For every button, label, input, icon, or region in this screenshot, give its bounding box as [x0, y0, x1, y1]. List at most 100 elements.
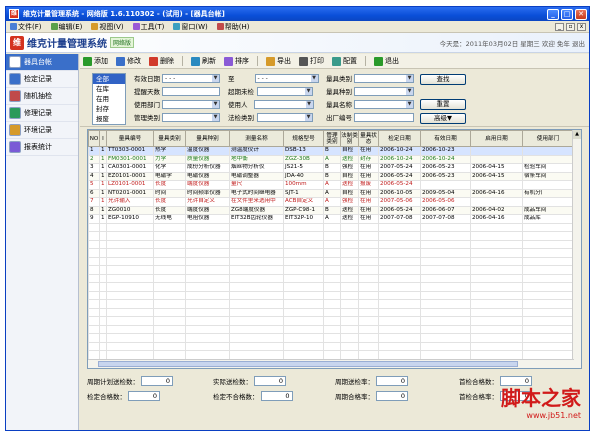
empty-cell [153, 290, 186, 300]
empty-cell [283, 299, 324, 309]
remind-days-input[interactable] [162, 86, 220, 96]
scrollbar-thumb[interactable] [98, 361, 518, 367]
table-row[interactable]: 1 1 TT0303-0001 热学 温度仪器 测温度仪计 DSB-13 B 自检 在用 2006-… [88, 146, 574, 156]
toolbar-button-3[interactable]: 刷新 [191, 56, 216, 66]
table-cell [470, 146, 523, 156]
category-select[interactable]: ▼ [354, 73, 414, 83]
mdi-close-button[interactable]: x [577, 22, 586, 31]
table-row[interactable]: 9 1 EGP-10910 无线电 电阻仪器 EIT32B齿轮仪器 EIT32P-10 A 送检… [88, 214, 574, 224]
valid-date-filter: 有效日期 - - - ▼ [134, 73, 220, 83]
status-option[interactable]: 全部 [93, 74, 125, 84]
reset-button[interactable]: 重置 [420, 99, 466, 110]
table-cell: 1 [99, 197, 107, 207]
empty-cell [358, 273, 379, 283]
valid-date-from-select[interactable]: - - - ▼ [162, 73, 220, 83]
table-row[interactable]: 4 1 EZ0101-0001 电磁学 电磁仪器 电磁调整器 JDA-40 B 自检 在用 2006… [88, 171, 574, 181]
menu-item-2[interactable]: 视图(V) [91, 22, 124, 32]
search-button[interactable]: 查找 [420, 74, 466, 85]
toolbar-button-5[interactable]: 导出 [266, 56, 291, 66]
maximize-button[interactable]: □ [561, 8, 573, 20]
sidebar-item-3[interactable]: 修理记录 [6, 105, 78, 122]
menu-item-4[interactable]: 窗口(W) [173, 22, 208, 32]
empty-cell [323, 273, 341, 283]
vertical-scrollbar[interactable]: ▲ [572, 130, 581, 368]
toolbar-button-label: 打印 [310, 57, 324, 65]
empty-cell [470, 307, 523, 317]
empty-cell [185, 324, 230, 334]
column-header[interactable]: 量具种别 [185, 130, 230, 147]
advanced-button[interactable]: 高级▼ [420, 113, 466, 124]
column-header[interactable]: NO [88, 130, 100, 147]
empty-cell [106, 307, 154, 317]
user-select[interactable]: ▼ [253, 99, 314, 109]
column-header[interactable]: 规格型号 [283, 130, 324, 147]
status-option[interactable]: 报废 [93, 114, 125, 124]
column-header[interactable]: 量具类别 [153, 130, 186, 147]
table-row[interactable]: 7 1 允许输入 长度 允许自定义 在文件里来选用中 ACB自定义 A 强检 在用 2007-05-… [88, 197, 574, 207]
mgmt-select[interactable]: ▼ [162, 112, 220, 122]
column-header[interactable]: 检定日期 [378, 130, 421, 147]
column-header[interactable]: I [99, 130, 107, 147]
valid-date-to-select[interactable]: - - - ▼ [254, 73, 319, 83]
table-cell: 地中衡 [229, 154, 284, 164]
column-header[interactable]: 量具状态 [358, 130, 379, 147]
sidebar-item-0[interactable]: 器具台帐 [6, 54, 78, 71]
column-header[interactable]: 有效日期 [420, 130, 471, 147]
overdue-select[interactable]: ▼ [257, 86, 313, 96]
column-header[interactable]: 启用日期 [470, 130, 523, 147]
horizontal-scrollbar[interactable] [88, 359, 574, 368]
empty-cell [229, 333, 284, 343]
table-cell: 时间频率仪器 [185, 188, 230, 198]
method-select[interactable]: ▼ [257, 112, 313, 122]
empty-cell [283, 333, 324, 343]
toolbar-button-0[interactable]: 添加 [83, 56, 108, 66]
stat-field-6: 周期合格率： 0 [335, 391, 408, 401]
toolbar-button-7[interactable]: 配置 [332, 56, 357, 66]
empty-cell [106, 350, 154, 360]
sidebar-item-1[interactable]: 检定记录 [6, 71, 78, 88]
table-row[interactable]: 5 1 LZ0101-0001 长度 端度仪器 量尺 100mm A 送检 报废 2006-05-2… [88, 180, 574, 190]
empty-cell [340, 290, 359, 300]
minimize-button[interactable]: _ [547, 8, 559, 20]
table-cell: B [323, 171, 341, 181]
toolbar-button-6[interactable]: 打印 [299, 56, 324, 66]
mdi-restore-button[interactable]: ▫ [566, 22, 575, 31]
toolbar-button-4[interactable]: 排序 [224, 56, 249, 66]
table-row[interactable]: 3 1 CA0301-0001 化学 成份分析仪器 烟丝物分析仪 JS21-5 B 强检 在用 20… [88, 163, 574, 173]
status-option[interactable]: 在库 [93, 84, 125, 94]
toolbar-button-1[interactable]: 修改 [116, 56, 141, 66]
status-list[interactable]: 全部 在库 在用 封存 报废 [92, 73, 126, 125]
empty-cell [323, 222, 341, 232]
scroll-up-icon[interactable]: ▲ [573, 130, 581, 139]
table-row[interactable]: 2 1 FM0301-0001 力学 质量仪器 地中衡 ZGZ-30B A 送检 封存 2006-1… [88, 154, 574, 164]
column-header[interactable]: 测量名称 [229, 130, 284, 147]
sidebar-item-4[interactable]: 环境记录 [6, 122, 78, 139]
toolbar-button-2[interactable]: 删除 [149, 56, 174, 66]
sidebar-item-2[interactable]: 随机抽检 [6, 88, 78, 105]
name-select[interactable]: ▼ [354, 99, 414, 109]
factory-no-input[interactable] [354, 112, 414, 122]
column-header[interactable]: 法制类别 [340, 130, 359, 147]
status-option[interactable]: 在用 [93, 94, 125, 104]
empty-cell [323, 350, 341, 360]
menu-item-1[interactable]: 编辑(E) [50, 22, 82, 32]
menu-item-3[interactable]: 工具(T) [132, 22, 164, 32]
toolbar-button-label: 排序 [235, 57, 249, 65]
title-bar[interactable]: 维 维克计量管理系统 - 网络版 1.6.110302 - (试用) - [器具… [6, 7, 589, 21]
table-row[interactable]: 8 1 ZG0010 长度 端度仪器 ZG8端度仪器 ZGP-C98-1 B 送检 在用 2006-… [88, 205, 574, 215]
status-option[interactable]: 封存 [93, 104, 125, 114]
close-button[interactable]: ✕ [575, 8, 587, 20]
module-icon [9, 73, 21, 85]
column-header[interactable]: 管理类别 [323, 130, 341, 147]
toolbar-button-8[interactable]: 退出 [374, 56, 399, 66]
mdi-minimize-button[interactable]: _ [555, 22, 564, 31]
dept-select[interactable]: ▼ [162, 99, 220, 109]
menu-item-5[interactable]: 帮助(H) [216, 22, 250, 32]
type-select[interactable]: ▼ [354, 86, 414, 96]
sidebar-item-5[interactable]: 报表统计 [6, 139, 78, 156]
menu-item-0[interactable]: 文件(F) [10, 22, 42, 32]
column-header[interactable]: 使用部门 [522, 130, 574, 147]
table-row[interactable]: 6 1 NT0201-0001 时间 时间频率仪器 电子式时间继电器 SJT-1 A 自检 在用 2… [88, 188, 574, 198]
empty-cell [106, 316, 154, 326]
column-header[interactable]: 量具编号 [106, 130, 154, 147]
